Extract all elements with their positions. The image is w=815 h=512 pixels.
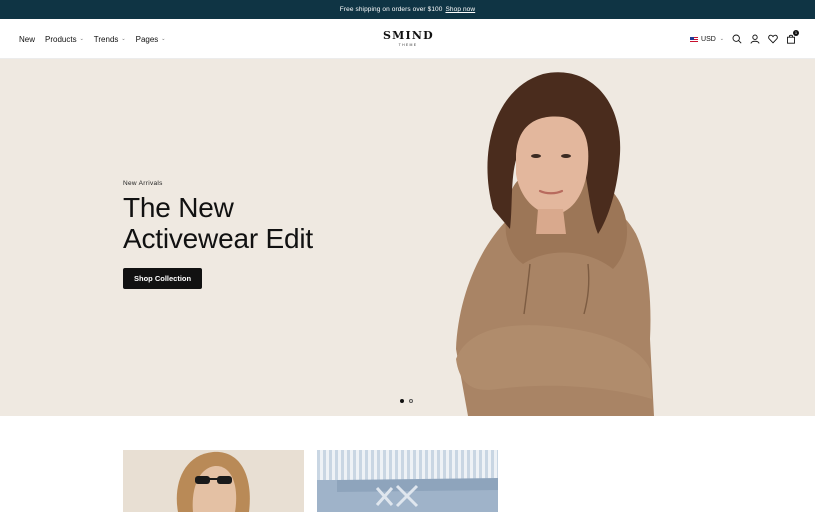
heart-icon[interactable] — [767, 34, 778, 45]
chevron-down-icon: ⌄ — [79, 36, 84, 42]
chevron-down-icon: ⌄ — [161, 36, 166, 42]
nav-item-products[interactable]: Products ⌄ — [45, 35, 84, 44]
nav-item-pages[interactable]: Pages ⌄ — [136, 35, 166, 44]
chevron-down-icon: ⌄ — [719, 36, 724, 42]
sunglasses-model-image — [176, 451, 250, 512]
site-header: New Products ⌄ Trends ⌄ Pages ⌄ SMIND TH… — [0, 19, 815, 59]
chevron-down-icon: ⌄ — [121, 36, 126, 42]
slider-dot-2[interactable] — [409, 399, 413, 403]
bag-icon[interactable]: 1 — [785, 29, 799, 45]
nav-item-trends[interactable]: Trends ⌄ — [94, 35, 126, 44]
site-logo[interactable]: SMIND THEME — [383, 30, 433, 47]
nav-item-label: Trends — [93, 34, 119, 44]
us-flag-icon — [690, 36, 699, 42]
shop-collection-button[interactable]: Shop Collection — [123, 268, 203, 289]
cart-count-badge: 1 — [793, 29, 799, 36]
denim-detail-image — [317, 478, 498, 512]
hero-model-image — [456, 72, 654, 416]
currency-selector[interactable]: USD ⌄ — [690, 36, 724, 43]
announcement-link[interactable]: Shop now — [445, 6, 475, 13]
nav-item-label: Products — [45, 34, 77, 44]
header-tools: USD ⌄ 1 — [690, 19, 799, 59]
currency-label: USD — [701, 35, 716, 43]
hero-headline: The New Activewear Edit — [123, 192, 313, 254]
slider-dot-1[interactable] — [400, 399, 404, 403]
hero-eyebrow: New Arrivals — [123, 180, 163, 187]
logo-subtitle: THEME — [398, 43, 418, 47]
hero-headline-line1: The New — [123, 192, 234, 223]
logo-wordmark: SMIND — [383, 29, 434, 42]
announcement-bar: Free shipping on orders over $100 Shop n… — [0, 0, 815, 19]
user-icon[interactable] — [749, 34, 760, 45]
hero-banner: New Arrivals The New Activewear Edit Sho… — [0, 59, 815, 416]
main-nav: New Products ⌄ Trends ⌄ Pages ⌄ — [19, 19, 166, 59]
slider-dots — [400, 399, 413, 403]
announcement-text: Free shipping on orders over $100 — [339, 6, 443, 13]
hero-copy: New Arrivals The New Activewear Edit Sho… — [123, 180, 313, 289]
featured-card-denim[interactable] — [317, 450, 498, 512]
nav-item-label: Pages — [135, 34, 159, 44]
nav-item-new[interactable]: New — [19, 35, 35, 44]
featured-card-sunglasses[interactable] — [123, 450, 304, 512]
search-icon[interactable] — [731, 34, 742, 45]
featured-cards — [123, 450, 498, 512]
nav-item-label: New — [19, 34, 36, 44]
hero-headline-line2: Activewear Edit — [123, 223, 313, 254]
